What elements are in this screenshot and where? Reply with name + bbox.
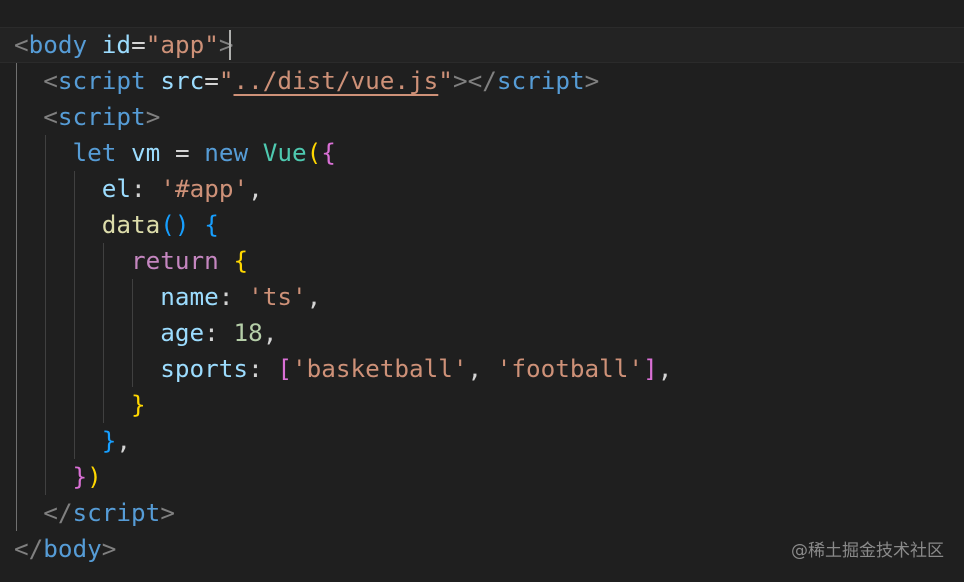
code-token: = [131, 30, 146, 59]
code-token: 18 [233, 318, 263, 347]
code-token: = [160, 138, 205, 167]
code-line[interactable]: } [14, 387, 146, 423]
code-token: [ [277, 354, 292, 383]
code-line[interactable]: <script> [14, 99, 160, 135]
code-token: } [131, 390, 146, 419]
code-token: sports [160, 354, 249, 383]
code-line[interactable]: el: '#app', [14, 171, 263, 207]
code-token: vm [131, 138, 161, 167]
code-line[interactable]: let vm = new Vue({ [14, 135, 336, 171]
code-line[interactable]: }, [14, 423, 131, 459]
code-token: ) [87, 462, 102, 491]
code-token: < [43, 102, 58, 131]
code-token: , [467, 354, 497, 383]
code-line[interactable]: data() { [14, 207, 219, 243]
code-line[interactable]: <body id="app"> [14, 27, 233, 63]
code-token: age [160, 318, 205, 347]
code-token: script [57, 66, 146, 95]
code-token: { [233, 246, 249, 275]
code-line[interactable]: sports: ['basketball', 'football'], [14, 351, 672, 387]
code-token: > [101, 534, 117, 563]
code-token: el [101, 174, 132, 203]
code-token: 'ts' [248, 282, 307, 311]
code-token: } [72, 462, 88, 491]
code-token: </ [43, 498, 73, 527]
code-token: id [101, 30, 132, 59]
code-token: , [116, 426, 132, 455]
code-token: , [248, 174, 263, 203]
code-line[interactable]: name: 'ts', [14, 279, 321, 315]
code-token: < [14, 30, 29, 59]
code-token: src [160, 66, 205, 95]
code-token: > [584, 66, 600, 95]
code-token: </ [14, 534, 44, 563]
code-line[interactable]: age: 18, [14, 315, 277, 351]
code-line[interactable]: return { [14, 243, 248, 279]
code-token: ></ [452, 66, 497, 95]
code-token: = [204, 66, 219, 95]
code-token: "app" [145, 30, 219, 59]
code-token: data [101, 210, 161, 239]
code-token: > [218, 30, 234, 59]
code-token: , [262, 318, 278, 347]
code-token: , [657, 354, 673, 383]
code-token: } [101, 426, 117, 455]
code-line[interactable]: </script> [14, 495, 175, 531]
code-token: script [57, 102, 146, 131]
text-cursor [229, 30, 231, 60]
code-token: : [131, 174, 161, 203]
code-line[interactable]: </body> [14, 531, 116, 567]
code-token: new [204, 138, 249, 167]
code-token: ] [643, 354, 658, 383]
code-token: " [218, 66, 234, 95]
code-line[interactable]: }) [14, 459, 102, 495]
code-token: let [72, 138, 117, 167]
code-token: script [72, 498, 161, 527]
code-token: , [306, 282, 322, 311]
code-token: " [438, 66, 453, 95]
code-token: return [131, 246, 219, 275]
code-token: body [28, 30, 88, 59]
code-token: Vue [262, 138, 307, 167]
code-token: { [204, 210, 219, 239]
code-token: '#app' [160, 174, 249, 203]
watermark: @稀土掘金技术社区 [791, 541, 944, 561]
code-token: 'basketball' [291, 354, 468, 383]
code-token: ( [306, 138, 322, 167]
code-token: name [160, 282, 219, 311]
code-token: : [218, 282, 249, 311]
code-token: : [204, 318, 234, 347]
code-token: < [43, 66, 58, 95]
code-token: () [160, 210, 190, 239]
code-token: script [496, 66, 585, 95]
code-editor[interactable]: <body id="app"> <script src="../dist/vue… [0, 0, 964, 582]
code-token: > [145, 102, 161, 131]
code-token: body [43, 534, 102, 563]
code-token: ../dist/vue.js [233, 66, 439, 95]
code-line[interactable]: <script src="../dist/vue.js"></script> [14, 63, 599, 99]
code-token: 'football' [496, 354, 644, 383]
code-token: > [160, 498, 175, 527]
code-token: : [248, 354, 278, 383]
code-token: { [321, 138, 336, 167]
